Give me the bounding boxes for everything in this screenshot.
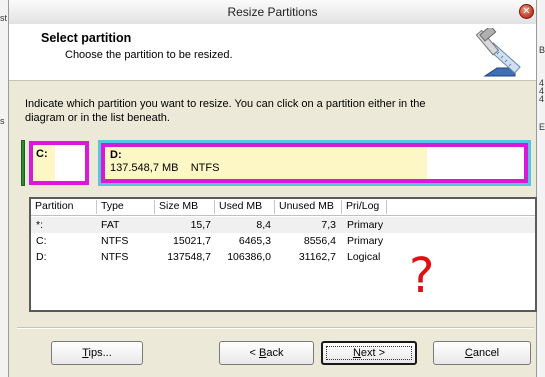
cell-prilog: Primary: [347, 219, 384, 231]
page-subtitle: Choose the partition to be resized.: [65, 49, 233, 61]
cell-unused: 8556,4: [303, 235, 336, 247]
background-text: st: [0, 13, 8, 23]
background-window-left: st s: [0, 0, 8, 377]
cell-used: 106386,0: [227, 251, 271, 263]
cell-type: NTFS: [101, 251, 129, 263]
instruction-text: Indicate which partition you want to res…: [25, 98, 426, 124]
background-text: 4: [539, 94, 545, 104]
back-button[interactable]: < Back: [219, 341, 314, 365]
tips-button[interactable]: Tips...: [51, 341, 143, 365]
divider: [17, 327, 534, 329]
partition-block-c[interactable]: C:: [29, 141, 89, 185]
cell-partition: *:: [36, 219, 44, 231]
next-button[interactable]: Next >: [321, 341, 417, 365]
partition-info: 137.548,7 MB NTFS: [110, 162, 220, 174]
background-text: E: [539, 122, 545, 132]
resize-partitions-dialog: Resize Partitions ✕ Select partition Cho…: [8, 0, 537, 377]
background-window-right: B 4 4 4 E: [537, 0, 545, 377]
partition-diagram: C: D: 137.548,7 MB NTFS: [21, 140, 531, 188]
cell-partition: C:: [36, 235, 47, 247]
partition-list[interactable]: Partition Type Size MB Used MB Unused MB…: [29, 197, 537, 312]
partition-block-d-selected[interactable]: D: 137.548,7 MB NTFS: [98, 140, 531, 186]
cell-unused: 7,3: [321, 219, 336, 231]
window-title: Resize Partitions: [227, 5, 318, 19]
disk-indicator: [21, 140, 25, 186]
cell-used: 8,4: [256, 219, 271, 231]
close-icon[interactable]: ✕: [519, 4, 534, 19]
cell-prilog: Logical: [347, 251, 381, 263]
partition-label: C:: [36, 148, 48, 160]
cell-size: 137548,7: [167, 251, 211, 263]
cell-type: FAT: [101, 219, 120, 231]
button-label-post: ips...: [88, 347, 112, 359]
focus-rectangle: [326, 346, 412, 360]
title-bar[interactable]: Resize Partitions ✕: [9, 0, 536, 25]
column-header-partition[interactable]: Partition: [31, 200, 97, 214]
column-header-size[interactable]: Size MB: [155, 200, 215, 214]
list-item[interactable]: C: NTFS 15021,7 6465,3 8556,4 Primary: [31, 233, 535, 249]
button-label-post: ack: [266, 347, 284, 359]
button-label-post: ancel: [472, 347, 500, 359]
column-header-unused[interactable]: Unused MB: [275, 200, 342, 214]
cell-size: 15,7: [190, 219, 211, 231]
cell-size: 15021,7: [173, 235, 211, 247]
question-mark-annotation: ?: [409, 248, 435, 304]
wizard-header: Select partition Choose the partition to…: [9, 24, 536, 81]
cell-used: 6465,3: [238, 235, 271, 247]
column-header-prilog[interactable]: Pri/Log: [342, 200, 387, 214]
list-header: Partition Type Size MB Used MB Unused MB…: [31, 199, 535, 216]
page-title: Select partition: [41, 31, 132, 45]
partition-block-d[interactable]: D: 137.548,7 MB NTFS: [101, 143, 528, 183]
column-header-type[interactable]: Type: [97, 200, 155, 214]
background-text: B: [539, 45, 545, 55]
resize-tools-icon: [475, 28, 521, 77]
column-header-used[interactable]: Used MB: [215, 200, 275, 214]
cell-partition: D:: [36, 251, 47, 263]
cell-prilog: Primary: [347, 235, 384, 247]
cell-unused: 31162,7: [298, 251, 336, 263]
list-item[interactable]: *: FAT 15,7 8,4 7,3 Primary: [31, 217, 535, 233]
partition-label: D:: [110, 149, 122, 161]
cell-type: NTFS: [101, 235, 129, 247]
list-item[interactable]: D: NTFS 137548,7 106386,0 31162,7 Logica…: [31, 249, 535, 265]
button-label-pre: <: [249, 347, 259, 359]
cancel-button[interactable]: Cancel: [433, 341, 531, 365]
button-mnemonic: C: [464, 347, 473, 359]
background-text: s: [0, 116, 5, 126]
